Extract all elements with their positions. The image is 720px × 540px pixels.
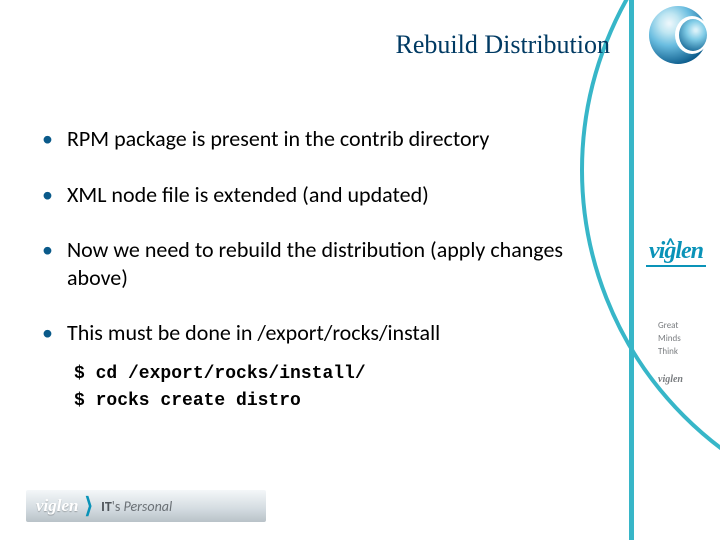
code-line: $ rocks create distro	[74, 388, 602, 416]
decorative-stripe	[629, 0, 634, 540]
tagline-word: Great	[658, 320, 712, 332]
side-tagline: Great Minds Think	[640, 320, 712, 359]
tagline-word: Think	[658, 346, 712, 358]
slide: Rebuild Distribution • RPM package is pr…	[0, 0, 720, 540]
paren-icon: ⟩	[85, 493, 94, 519]
bullet-item: • XML node file is extended (and updated…	[42, 181, 602, 209]
slide-title: Rebuild Distribution	[0, 30, 620, 60]
logo-orb-icon	[649, 6, 707, 64]
bullet-text: Now we need to rebuild the distribution …	[67, 236, 602, 291]
footer-tag-bold: IT	[101, 498, 112, 515]
footer-banner: viglen ⟩ IT's Personal	[26, 490, 266, 522]
code-block: $ cd /export/rocks/install/ $ rocks crea…	[74, 361, 602, 417]
code-line: $ cd /export/rocks/install/	[74, 361, 602, 389]
bullet-text: XML node file is extended (and updated)	[67, 181, 429, 209]
bullet-text: This must be done in /export/rocks/insta…	[67, 319, 440, 347]
brand-underline	[646, 265, 706, 267]
bullet-dot-icon: •	[42, 125, 53, 153]
bullet-dot-icon: •	[42, 181, 53, 209]
footer-brand: viglen	[36, 496, 79, 516]
side-brand-logo: ^ viglen	[640, 238, 712, 269]
footer-tag-ital: Personal	[124, 498, 173, 515]
side-mini-brand: viglen	[640, 374, 712, 385]
bullet-dot-icon: •	[42, 236, 53, 264]
tagline-word: Minds	[658, 333, 712, 345]
footer-tag-rest: 's	[112, 498, 124, 515]
bullet-text: RPM package is present in the contrib di…	[67, 125, 489, 153]
caret-icon: ^	[666, 234, 675, 256]
footer-tagline: IT's Personal	[101, 498, 172, 515]
bullet-dot-icon: •	[42, 319, 53, 347]
bullet-item: • Now we need to rebuild the distributio…	[42, 236, 602, 291]
content-area: • RPM package is present in the contrib …	[42, 125, 602, 416]
brand-name: viglen	[649, 238, 703, 264]
bullet-item: • This must be done in /export/rocks/ins…	[42, 319, 602, 347]
bullet-item: • RPM package is present in the contrib …	[42, 125, 602, 153]
